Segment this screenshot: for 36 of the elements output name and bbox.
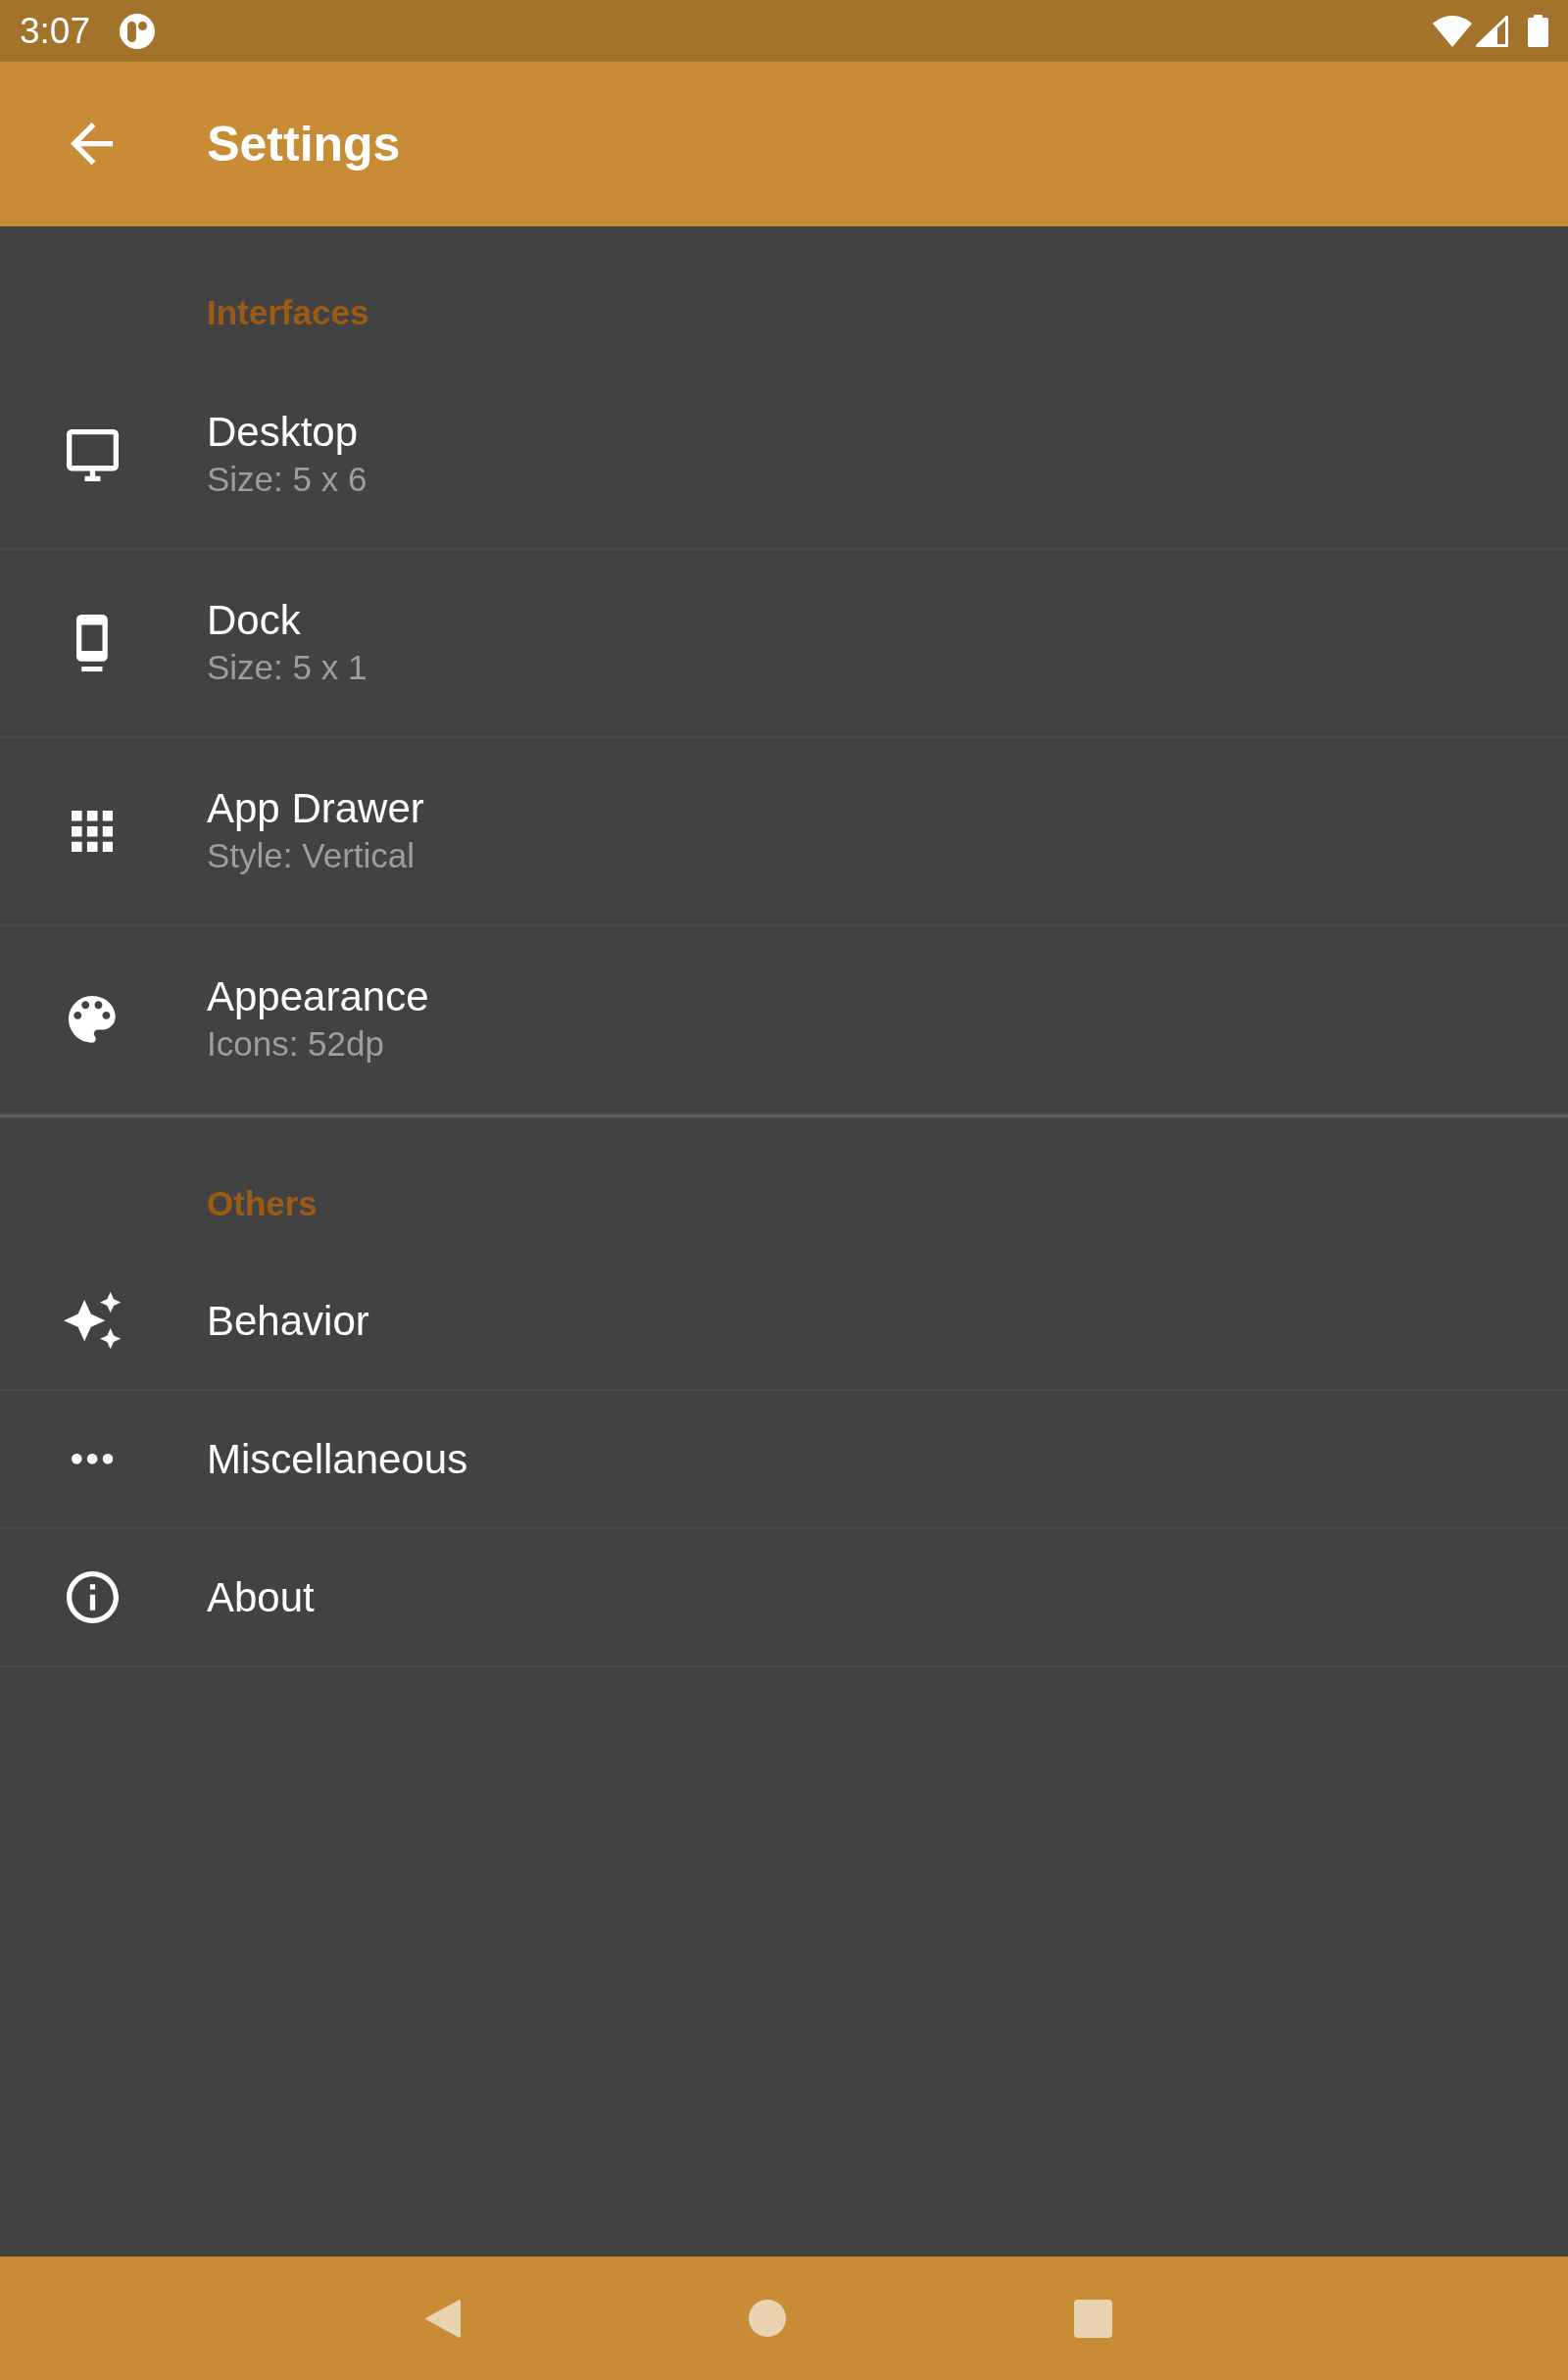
palette-icon <box>69 996 116 1043</box>
section-header: Others <box>207 1183 318 1224</box>
item-title: Behavior <box>207 1296 369 1346</box>
item-title: Dock <box>207 596 302 645</box>
settings-item[interactable]: Dock Size: 5 x 1 <box>0 550 1568 738</box>
battery-icon <box>1528 15 1548 47</box>
monitor-icon <box>66 428 119 481</box>
item-title: App Drawer <box>207 784 424 833</box>
item-summary: Size: 5 x 1 <box>207 647 368 688</box>
phone-dock-icon <box>76 614 108 672</box>
item-title: Miscellaneous <box>207 1434 468 1484</box>
notification-icon <box>120 13 155 49</box>
grid-icon <box>71 810 114 853</box>
signal-icon <box>1476 15 1508 47</box>
app-bar-title: Settings <box>207 116 401 174</box>
settings-item[interactable]: App Drawer Style: Vertical <box>0 738 1568 926</box>
settings-item[interactable]: Behavior <box>0 1253 1568 1391</box>
item-title: About <box>207 1572 315 1622</box>
back-icon[interactable] <box>71 123 114 166</box>
item-summary: Icons: 52dp <box>207 1023 385 1065</box>
recents-icon[interactable] <box>1074 2299 1112 2338</box>
item-summary: Style: Vertical <box>207 835 416 876</box>
status-time: 3:07 <box>20 9 90 53</box>
info-icon <box>66 1571 119 1623</box>
settings-item[interactable]: Miscellaneous <box>0 1391 1568 1529</box>
sparkles-icon <box>63 1292 122 1350</box>
back-icon[interactable] <box>424 2297 461 2340</box>
wifi-icon <box>1433 15 1472 47</box>
section-header: Interfaces <box>207 292 369 333</box>
home-icon[interactable] <box>749 2300 786 2337</box>
item-summary: Size: 5 x 6 <box>207 459 368 500</box>
item-title: Appearance <box>207 972 429 1021</box>
item-title: Desktop <box>207 408 360 457</box>
settings-item[interactable]: Desktop Size: 5 x 6 <box>0 362 1568 550</box>
more-icon <box>71 1454 114 1464</box>
settings-item[interactable]: About <box>0 1529 1568 1667</box>
